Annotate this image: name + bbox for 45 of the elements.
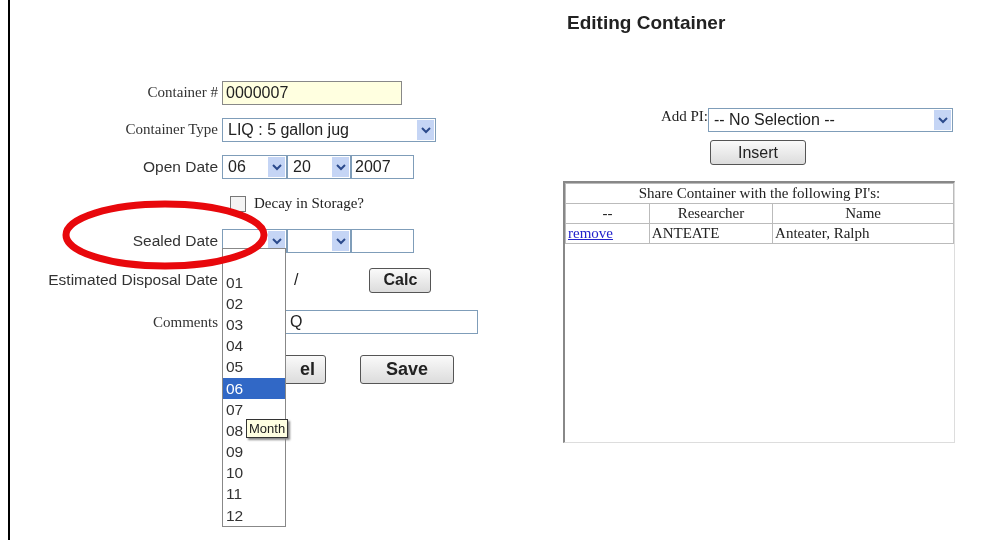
month-option[interactable]: 10 — [223, 462, 285, 484]
day-select[interactable] — [287, 228, 351, 253]
container-number-field[interactable]: 0000007 — [222, 80, 402, 105]
field-label: Comments — [152, 313, 219, 331]
year-field[interactable]: 2007 — [351, 154, 414, 179]
year-field[interactable] — [351, 228, 414, 253]
chevron-down-icon — [937, 116, 948, 124]
month-option[interactable]: 05 — [223, 356, 285, 378]
page-title: Editing Container — [567, 11, 726, 34]
column-header: -- — [565, 203, 650, 224]
calc-button[interactable]: Calc — [369, 267, 432, 293]
month-option[interactable]: 03 — [223, 314, 285, 336]
column-header: Researcher — [649, 203, 773, 224]
insert-button[interactable]: Insert — [710, 140, 806, 165]
day-select[interactable]: 20 — [287, 154, 351, 179]
field-label: Estimated Disposal Date — [47, 271, 219, 289]
table-cell: Anteater, Ralph — [772, 223, 954, 244]
month-option[interactable]: 01 — [223, 272, 285, 294]
chevron-down-icon — [335, 162, 346, 171]
checkbox[interactable] — [230, 195, 246, 212]
month-option[interactable]: 06 — [223, 377, 285, 400]
checkbox-label: Decay in Storage? — [254, 195, 364, 212]
month-option[interactable]: 12 — [223, 505, 285, 527]
tooltip: Month — [246, 419, 289, 438]
field-label: Sealed Date — [131, 231, 219, 250]
table-cell: ANTEATE — [649, 223, 773, 244]
field-label: Open Date — [142, 157, 219, 176]
month-option[interactable]: 09 — [223, 441, 285, 463]
month-option[interactable]: 11 — [223, 483, 285, 506]
month-option[interactable]: 04 — [223, 335, 285, 357]
chevron-down-icon — [335, 236, 346, 245]
chevron-down-icon — [271, 162, 282, 171]
field-label: Container Type — [124, 121, 219, 138]
add-pi-label: Add PI: — [659, 108, 708, 125]
table-caption: Share Container with the following PI's: — [565, 183, 954, 204]
month-select[interactable]: 06 — [222, 154, 287, 179]
column-header: Name — [772, 203, 954, 224]
field-label: Container # — [146, 84, 219, 101]
chevron-down-icon — [271, 236, 282, 245]
save-button[interactable]: Save — [360, 355, 454, 384]
type-select[interactable]: LIQ : 5 gallon jug — [222, 117, 436, 142]
month-option[interactable]: 07 — [223, 399, 285, 421]
pi-select[interactable]: -- No Selection -- — [708, 108, 953, 132]
date-separator: / — [294, 271, 299, 289]
chevron-down-icon — [420, 125, 431, 134]
